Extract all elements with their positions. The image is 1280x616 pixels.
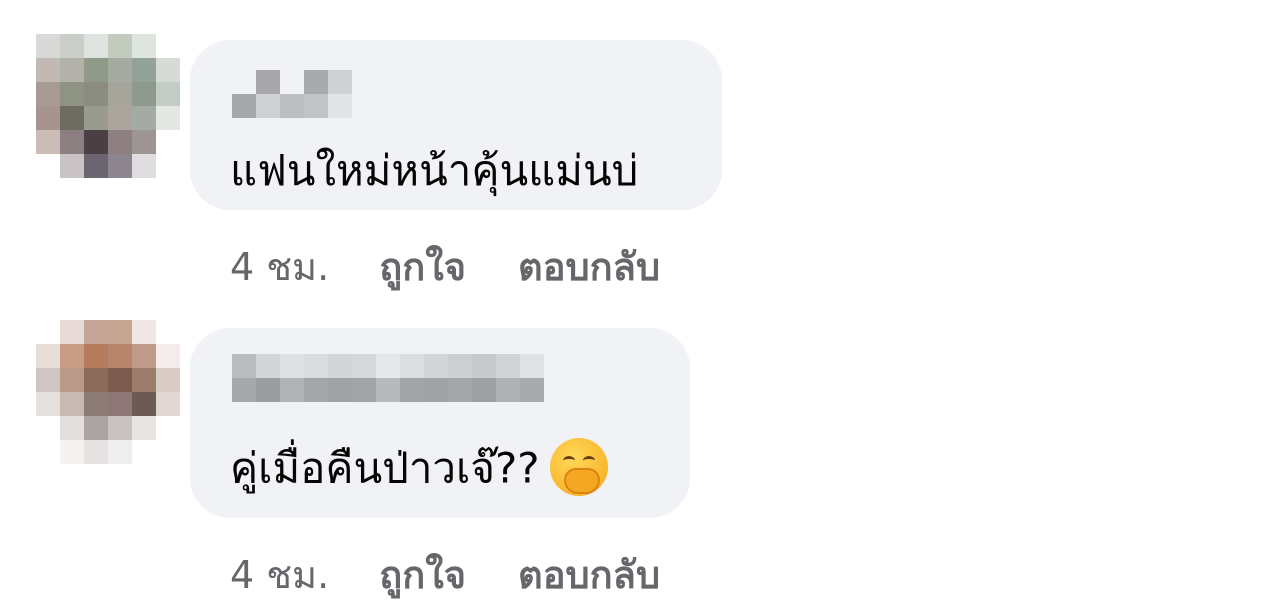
comment-bubble: แฟนใหม่หน้าคุ้นแม่นบ่	[190, 40, 722, 210]
timestamp[interactable]: 4 ชม.	[230, 236, 329, 297]
comment-text: แฟนใหม่หน้าคุ้นแม่นบ่	[230, 146, 639, 195]
like-button[interactable]: ถูกใจ	[379, 236, 466, 297]
author-name	[190, 40, 191, 41]
timestamp[interactable]: 4 ชม.	[230, 544, 329, 605]
author-name-blurred[interactable]	[232, 70, 352, 118]
avatar[interactable]	[36, 320, 180, 464]
reply-button[interactable]: ตอบกลับ	[518, 544, 660, 605]
like-button[interactable]: ถูกใจ	[379, 544, 466, 605]
author-name-blurred[interactable]	[232, 354, 544, 402]
author-name	[190, 328, 191, 329]
comment-bubble: คู่เมื่อคืนป่าวเจ๊??	[190, 328, 690, 518]
hand-over-mouth-emoji	[549, 438, 608, 496]
comment-thread: แฟนใหม่หน้าคุ้นแม่นบ่ 4 ชม. ถูกใจ ตอบกลั…	[0, 0, 1280, 616]
comment-actions: 4 ชม. ถูกใจ ตอบกลับ	[230, 544, 660, 605]
avatar[interactable]	[36, 34, 180, 178]
reply-button[interactable]: ตอบกลับ	[518, 236, 660, 297]
comment-actions: 4 ชม. ถูกใจ ตอบกลับ	[230, 236, 660, 297]
comment-text: คู่เมื่อคืนป่าวเจ๊??	[230, 438, 608, 500]
comment-text-content: คู่เมื่อคืนป่าวเจ๊??	[230, 443, 540, 493]
